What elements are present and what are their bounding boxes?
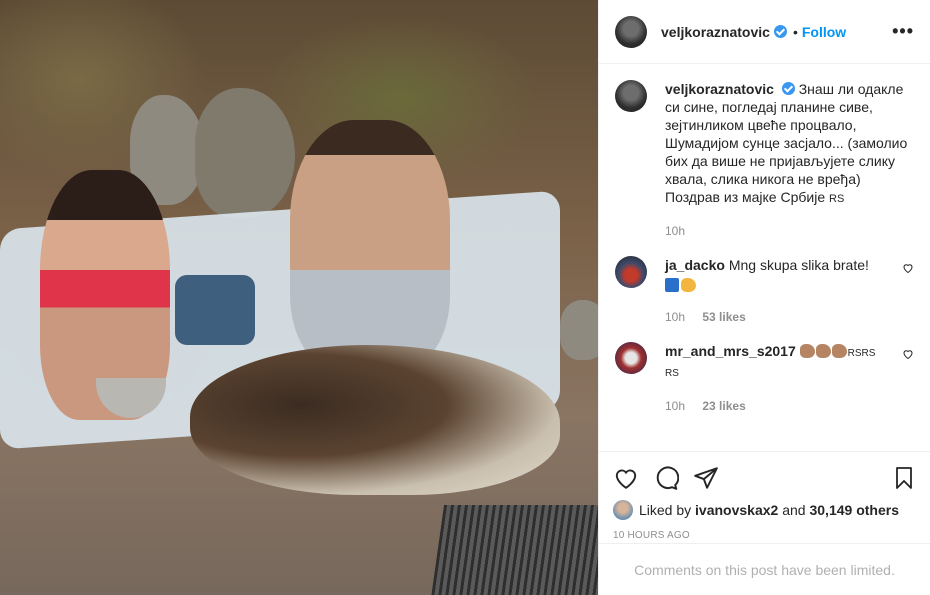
flexed-biceps-icon bbox=[831, 344, 847, 358]
caption: veljkoraznatovic Знаш ли одакле си сине,… bbox=[615, 80, 914, 240]
verified-icon bbox=[773, 25, 787, 38]
flexed-biceps-icon bbox=[815, 344, 831, 358]
comment-likes[interactable]: 23 likes bbox=[702, 399, 745, 413]
save-icon[interactable] bbox=[892, 465, 916, 491]
post-timestamp[interactable]: 10 HOURS AGO bbox=[613, 530, 916, 541]
comments-list: veljkoraznatovic Знаш ли одакле си сине,… bbox=[615, 80, 914, 450]
comment-likes[interactable]: 53 likes bbox=[702, 310, 745, 324]
man-figure bbox=[290, 120, 450, 370]
list-item: ja_dacko Mng skupa slika brate! 10h 53 l… bbox=[615, 256, 914, 326]
bag bbox=[175, 275, 255, 345]
comment-like-icon[interactable] bbox=[902, 348, 914, 360]
share-icon[interactable] bbox=[693, 465, 719, 491]
anchor-emoji-icon bbox=[665, 278, 679, 292]
caption-text: Знаш ли одакле си сине, погледај планине… bbox=[665, 81, 908, 205]
avatar[interactable] bbox=[615, 256, 647, 288]
likes-and: and bbox=[782, 502, 806, 518]
comment-username[interactable]: mr_and_mrs_s2017 bbox=[665, 343, 796, 359]
comment-meta: 10h 23 likes bbox=[665, 397, 894, 415]
post: veljkoraznatovic • Follow ••• veljkorazn… bbox=[0, 0, 930, 595]
comments-limited-notice: Comments on this post have been limited. bbox=[599, 543, 930, 595]
dog-figure bbox=[190, 345, 560, 495]
comment-text: Mng skupa slika brate! bbox=[728, 257, 869, 273]
flag-emoji: RSRS bbox=[847, 348, 876, 359]
caption-meta: 10h bbox=[665, 222, 914, 240]
comment-like-icon[interactable] bbox=[902, 262, 914, 274]
liker-avatar[interactable] bbox=[613, 500, 633, 520]
flexed-biceps-icon bbox=[681, 278, 696, 292]
grill bbox=[429, 505, 598, 595]
comment-meta: 10h 53 likes bbox=[665, 308, 894, 326]
comment-time[interactable]: 10h bbox=[665, 399, 685, 413]
avatar[interactable] bbox=[615, 80, 647, 112]
flag-emoji: RS bbox=[829, 193, 845, 205]
follow-button[interactable]: Follow bbox=[802, 24, 846, 40]
caption-time[interactable]: 10h bbox=[665, 224, 685, 238]
comment-time[interactable]: 10h bbox=[665, 310, 685, 324]
likes-count[interactable]: 30,149 others bbox=[809, 502, 899, 518]
liker-username[interactable]: ivanovskax2 bbox=[695, 502, 778, 518]
post-header: veljkoraznatovic • Follow ••• bbox=[599, 0, 930, 64]
verified-icon bbox=[781, 82, 795, 95]
likes-summary: Liked by ivanovskax2 and 30,149 others bbox=[613, 500, 916, 520]
caption-username[interactable]: veljkoraznatovic bbox=[665, 81, 774, 97]
rock bbox=[560, 300, 598, 360]
post-photo[interactable] bbox=[0, 0, 598, 595]
list-item: mr_and_mrs_s2017 RSRS RS 10h 23 likes bbox=[615, 342, 914, 415]
likes-prefix: Liked by bbox=[639, 502, 692, 518]
author-username[interactable]: veljkoraznatovic bbox=[661, 24, 770, 40]
comment-username[interactable]: ja_dacko bbox=[665, 257, 725, 273]
flexed-biceps-icon bbox=[799, 344, 815, 358]
like-icon[interactable] bbox=[613, 465, 639, 491]
separator-dot: • bbox=[792, 23, 798, 40]
action-bar: Liked by ivanovskax2 and 30,149 others 1… bbox=[599, 451, 930, 541]
action-icons bbox=[613, 458, 916, 498]
comment-icon[interactable] bbox=[653, 465, 679, 491]
post-panel: veljkoraznatovic • Follow ••• veljkorazn… bbox=[598, 0, 930, 595]
avatar[interactable] bbox=[615, 15, 647, 48]
more-icon[interactable]: ••• bbox=[892, 21, 914, 42]
rock bbox=[195, 88, 295, 218]
avatar[interactable] bbox=[615, 342, 647, 374]
flag-emoji: RS bbox=[665, 368, 679, 379]
